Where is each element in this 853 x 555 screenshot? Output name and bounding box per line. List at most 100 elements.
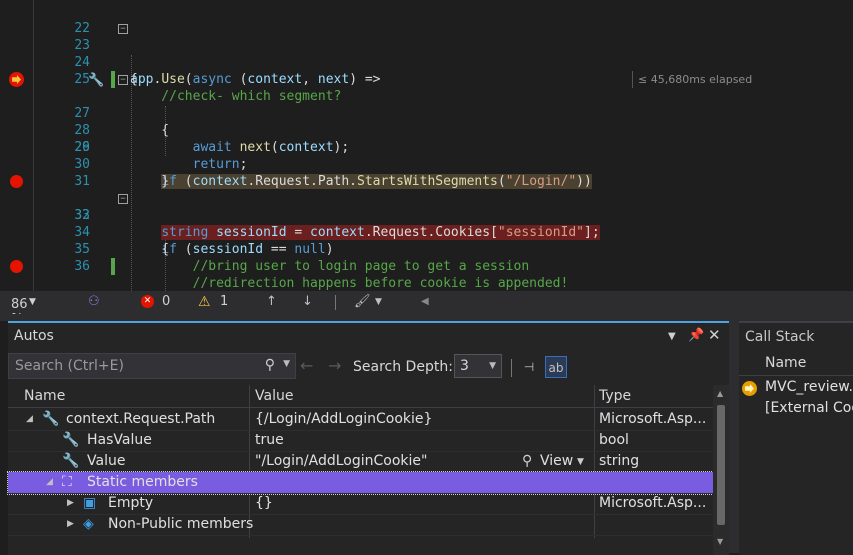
view-visualizer-button[interactable]: View (540, 453, 573, 469)
table-row[interactable]: 🔧 Value "/Login/AddLoginCookie" ⚲ View ▼… (8, 451, 713, 473)
perf-tip[interactable]: ≤ 45,680ms elapsed (632, 71, 752, 88)
view-toggle-icon[interactable]: ab (545, 356, 567, 378)
row-name: Static members (87, 474, 198, 490)
expand-triangle-icon[interactable]: ▶ (67, 519, 74, 529)
column-header-type[interactable]: Type (599, 388, 631, 404)
panel-splitter[interactable] (729, 321, 739, 553)
search-depth-value: 3 (460, 358, 469, 374)
close-icon[interactable]: ✕ (708, 326, 721, 344)
collapse-triangle-icon[interactable]: ◢ (46, 477, 53, 487)
pin-source-icon[interactable]: ⊣ (518, 356, 540, 378)
column-header-name[interactable]: Name (765, 355, 806, 371)
pin-icon[interactable]: 📌 (688, 328, 704, 343)
row-value[interactable]: "/Login/AddLoginCookie" (255, 453, 427, 469)
search-placeholder: Search (Ctrl+E) (15, 358, 124, 374)
search-depth-label: Search Depth: (353, 359, 453, 375)
autos-title[interactable]: Autos (14, 328, 54, 344)
row-value[interactable]: true (255, 432, 284, 448)
search-icon[interactable]: ⚲ (265, 357, 275, 373)
search-forward-icon[interactable]: → (328, 356, 341, 375)
row-value[interactable]: {} (255, 495, 273, 511)
scrollbar-thumb[interactable] (717, 405, 725, 525)
chevron-down-icon[interactable]: ▼ (577, 457, 584, 467)
search-depth-dropdown[interactable]: 3 ▼ (454, 354, 502, 378)
code-line[interactable]: 29 return; (0, 122, 853, 172)
panel-gap (0, 314, 853, 321)
warning-icon[interactable]: ⚠ (198, 294, 211, 310)
code-line[interactable]: 34 { (0, 207, 853, 257)
scroll-up-icon[interactable]: ▲ (717, 389, 723, 398)
error-icon[interactable]: ✕ (141, 295, 154, 308)
visualizer-search-icon[interactable]: ⚲ (522, 453, 532, 469)
breakpoint-current-arrow-icon[interactable] (9, 72, 24, 87)
scroll-left-icon[interactable]: ◀ (421, 296, 429, 307)
wrench-icon: 🔧 (62, 453, 80, 469)
chevron-down-icon: ▼ (489, 361, 496, 371)
row-type: string (599, 453, 640, 469)
code-line[interactable]: 33 − if (sessionId == null) (0, 190, 853, 257)
code-editor[interactable]: 22 23 − app.Use(async (context, next) =>… (0, 0, 853, 291)
row-value[interactable]: {/Login/AddLoginCookie} (255, 411, 432, 427)
column-header-value[interactable]: Value (255, 388, 293, 404)
wrench-icon: 🔧 (42, 411, 60, 427)
static-members-icon: ⛶ (62, 474, 72, 490)
code-line[interactable]: 35 //bring user to login page to get a s… (0, 224, 853, 274)
code-line[interactable]: 30 } (0, 139, 853, 189)
fold-toggle[interactable]: − (118, 75, 128, 85)
quick-action-wrench-icon[interactable]: 🔧 (88, 72, 104, 89)
call-stack-row[interactable]: [External Cod (739, 399, 853, 420)
table-row-selected[interactable]: ◢ ⛶ Static members (7, 471, 714, 495)
table-row[interactable]: ▶ ▣ Empty {} Microsoft.Asp... (8, 493, 713, 515)
row-type: Microsoft.Asp... (599, 411, 707, 427)
arrow-down-icon[interactable]: ↓ (302, 294, 313, 309)
grid-header: Name Value Type (8, 385, 713, 408)
breakpoint-icon[interactable] (10, 260, 23, 273)
chevron-down-icon[interactable]: ▼ (283, 359, 290, 369)
status-divider (335, 295, 336, 310)
warning-count[interactable]: 1 (220, 294, 228, 309)
chevron-down-icon[interactable]: ▼ (668, 331, 676, 342)
code-line[interactable]: 38 } (0, 275, 853, 291)
autos-scrollbar[interactable]: ▲ ▼ (713, 385, 729, 555)
code-line[interactable]: 22 (0, 3, 853, 36)
row-type: bool (599, 432, 629, 448)
chevron-down-icon[interactable]: ▼ (375, 297, 382, 307)
column-header-name[interactable]: Name (24, 388, 65, 404)
current-frame-arrow-icon (742, 381, 757, 396)
code-line-current[interactable]: 🔧 26 − if (context.Request.Path.StartsWi… (0, 71, 853, 189)
row-name: Non-Public members (108, 516, 254, 532)
code-line[interactable]: 23 − app.Use(async (context, next) => (0, 20, 853, 87)
change-marker (111, 258, 115, 275)
call-stack-row[interactable]: MVC_review.d (739, 378, 853, 399)
code-line[interactable]: 27 { (0, 88, 853, 138)
code-line[interactable]: 31 (0, 156, 853, 189)
collapse-triangle-icon[interactable]: ◢ (26, 414, 33, 424)
code-line[interactable]: 25 //check- which segment? (0, 54, 853, 104)
row-type: Microsoft.Asp... (599, 495, 707, 511)
call-stack-frame: [External Cod (765, 400, 853, 416)
scroll-down-icon[interactable]: ▼ (717, 537, 723, 546)
change-marker (111, 71, 115, 88)
autos-search-input[interactable]: Search (Ctrl+E) ⚲ ▼ (8, 353, 296, 379)
code-line[interactable]: 36 //redirection happens before cookie i… (0, 241, 853, 291)
copilot-icon[interactable]: ⚇ (88, 294, 100, 309)
code-line-breakpoint[interactable]: 32 string sessionId = context.Request.Co… (0, 173, 853, 240)
fold-toggle[interactable]: − (118, 24, 128, 34)
arrow-up-icon[interactable]: ↑ (266, 294, 277, 309)
breakpoint-icon[interactable] (10, 175, 23, 188)
fold-toggle[interactable]: − (118, 194, 128, 204)
search-back-icon[interactable]: ← (300, 356, 313, 375)
field-icon: ▣ (83, 495, 97, 511)
row-name: Empty (108, 495, 154, 511)
call-stack-title[interactable]: Call Stack (745, 329, 814, 345)
table-row[interactable]: ▶ ◈ Non-Public members (8, 514, 713, 536)
code-line[interactable]: 28 await next(context); (0, 105, 853, 155)
table-row[interactable]: ◢ 🔧 context.Request.Path {/Login/AddLogi… (8, 409, 713, 431)
expand-triangle-icon[interactable]: ▶ (67, 498, 74, 508)
table-row[interactable]: 🔧 HasValue true bool (8, 430, 713, 452)
code-line-breakpoint[interactable]: 37 context.Response.Redirect("/Login/"); (0, 258, 853, 275)
error-count[interactable]: 0 (162, 294, 170, 309)
brush-cleanup-icon[interactable]: 🖌 (354, 294, 371, 309)
code-line[interactable]: 24 { (0, 37, 853, 87)
autos-panel: Autos ▼ 📌 ✕ Search (Ctrl+E) ⚲ ▼ ← → Sear… (7, 321, 729, 555)
